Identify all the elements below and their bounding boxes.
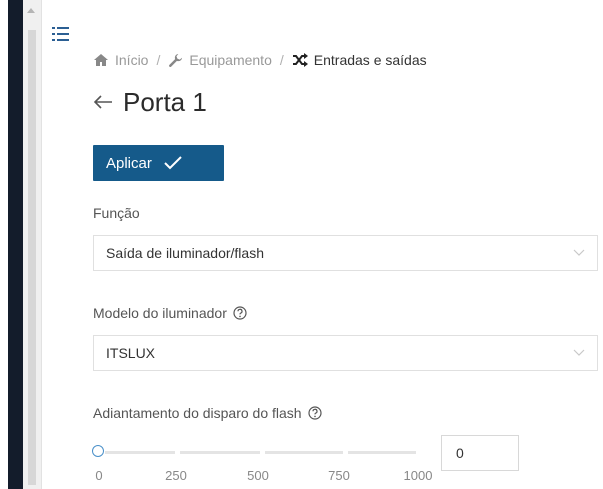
menu-toggle-icon[interactable]	[52, 26, 70, 42]
breadcrumb-separator: /	[279, 52, 284, 68]
chevron-down-icon	[573, 349, 585, 356]
function-select[interactable]: Saída de iluminador/flash	[93, 235, 598, 271]
illuminator-model-label-text: Modelo do iluminador	[93, 305, 227, 321]
slider-tick-label: 750	[328, 468, 350, 483]
help-icon[interactable]	[233, 306, 247, 320]
slider-track	[265, 451, 343, 454]
slider-tick-label: 500	[247, 468, 269, 483]
side-rail	[8, 0, 23, 489]
breadcrumb-home[interactable]: Início	[93, 52, 148, 68]
home-icon	[94, 54, 108, 66]
wrench-icon	[169, 53, 183, 67]
scrollbar[interactable]	[23, 0, 42, 489]
apply-button-label: Aplicar	[106, 154, 152, 172]
scroll-thumb[interactable]	[28, 30, 36, 485]
breadcrumb-label: Início	[115, 52, 149, 68]
slider-tick-label: 0	[95, 468, 103, 483]
flash-advance-input[interactable]	[441, 435, 519, 471]
illuminator-model-label: Modelo do iluminador	[93, 305, 247, 321]
flash-advance-slider[interactable]	[92, 442, 423, 462]
shuffle-icon	[292, 53, 308, 67]
help-icon[interactable]	[307, 406, 322, 420]
page-header: Porta 1	[93, 85, 207, 119]
illuminator-model-select[interactable]: ITSLUX	[93, 335, 598, 371]
breadcrumb-separator: /	[156, 52, 161, 68]
slider-tick-label: 1000	[403, 468, 433, 483]
breadcrumb-current: Entradas e saídas	[292, 52, 427, 68]
illuminator-model-value: ITSLUX	[106, 345, 156, 361]
slider-tick-label: 250	[165, 468, 187, 483]
slider-track	[180, 451, 260, 454]
slider-track	[105, 451, 175, 454]
chevron-down-icon	[573, 249, 585, 256]
back-arrow-icon[interactable]	[93, 94, 113, 110]
breadcrumb-equipment[interactable]: Equipamento	[168, 52, 272, 68]
breadcrumb: Início / Equipamento / Entradas e saídas	[93, 50, 427, 70]
page-title: Porta 1	[123, 86, 207, 117]
slider-handle[interactable]	[92, 445, 104, 457]
flash-advance-label: Adiantamento do disparo do flash	[93, 405, 322, 421]
breadcrumb-label: Equipamento	[189, 52, 272, 68]
function-select-value: Saída de iluminador/flash	[106, 245, 264, 261]
scroll-up-arrow[interactable]	[27, 8, 35, 13]
slider-track	[348, 451, 416, 454]
function-label: Função	[93, 205, 140, 221]
flash-advance-label-text: Adiantamento do disparo do flash	[93, 405, 302, 421]
breadcrumb-label: Entradas e saídas	[313, 52, 427, 68]
check-icon	[164, 156, 182, 170]
apply-button[interactable]: Aplicar	[93, 145, 224, 181]
window-edge	[0, 0, 8, 489]
function-label-text: Função	[93, 205, 140, 221]
